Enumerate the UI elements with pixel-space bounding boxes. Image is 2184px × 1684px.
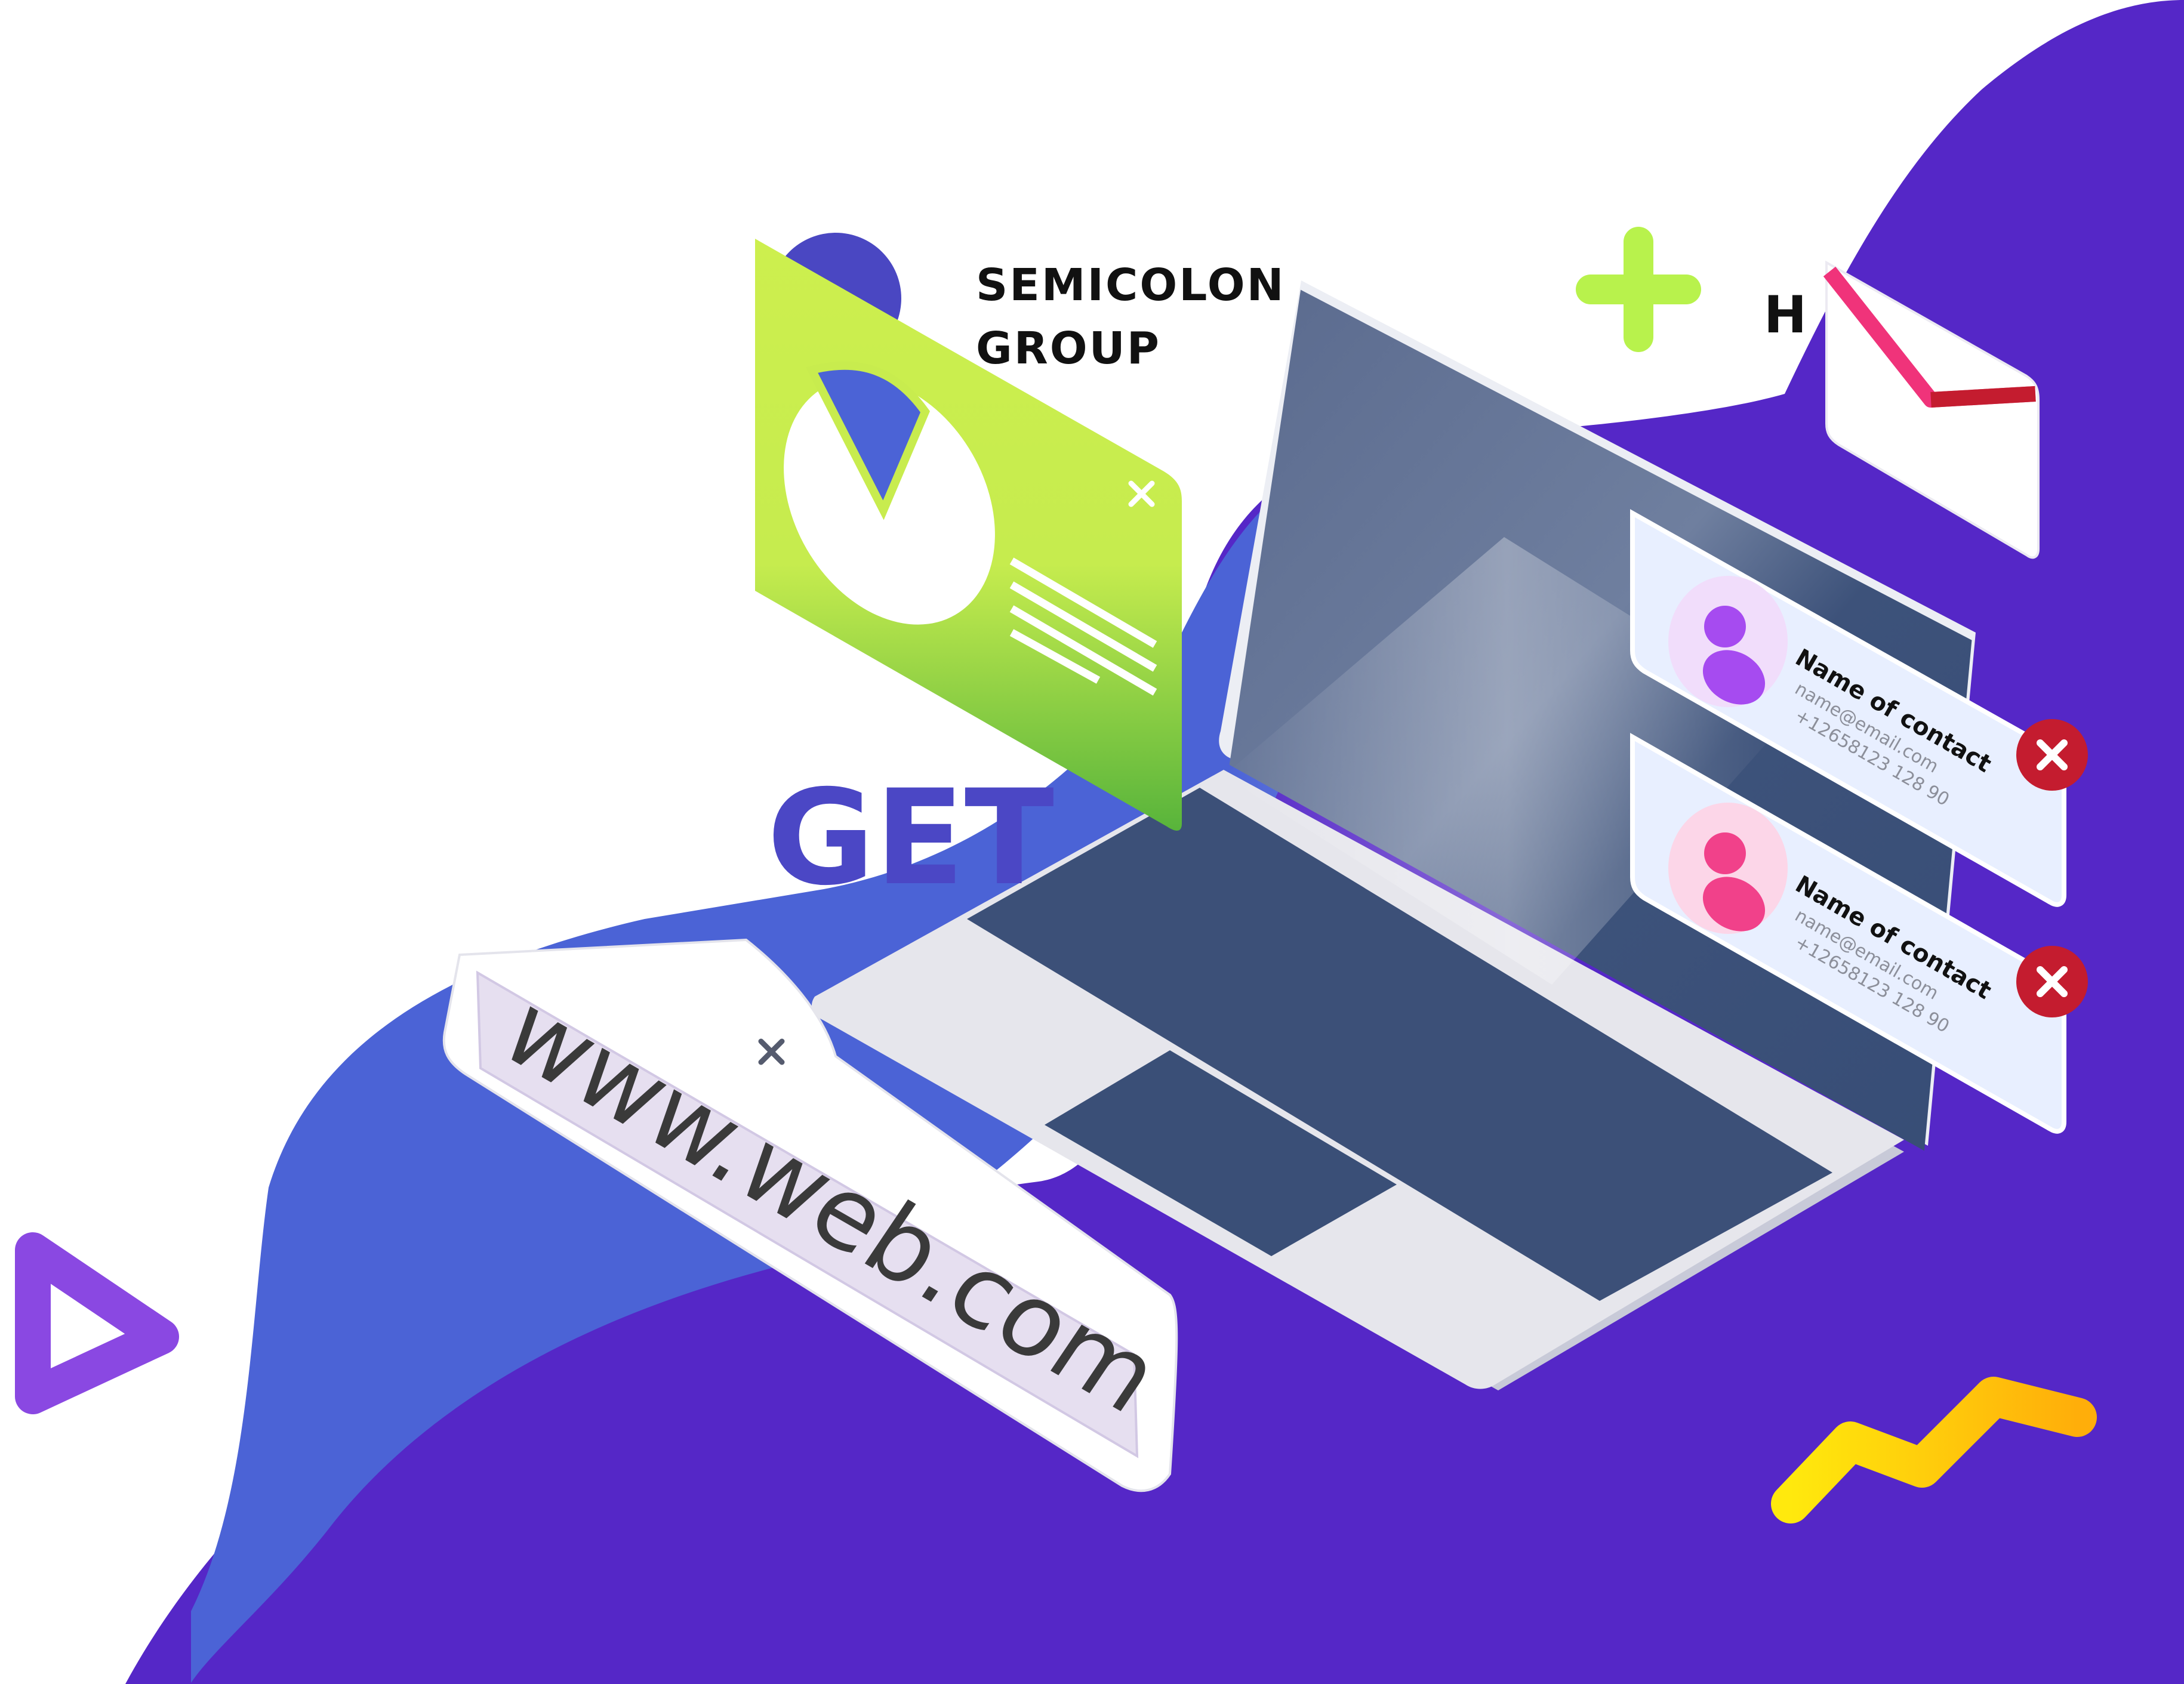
headline-fragment: GET	[767, 761, 1054, 914]
illustration-canvas: www.web.com Name of contact name@email.c…	[15, 0, 2184, 1684]
partial-heading-letter: H	[1764, 285, 1807, 345]
remove-icon	[2016, 719, 2088, 791]
brand-name: SEMICOLON GROUP	[976, 254, 1286, 380]
play-triangle-icon	[15, 1232, 179, 1414]
plus-icon	[1576, 227, 1701, 352]
brand-line-2: GROUP	[976, 323, 1161, 374]
illustration-stage: www.web.com Name of contact name@email.c…	[0, 0, 2184, 1684]
remove-icon	[2016, 946, 2088, 1017]
brand-line-1: SEMICOLON	[976, 260, 1286, 311]
